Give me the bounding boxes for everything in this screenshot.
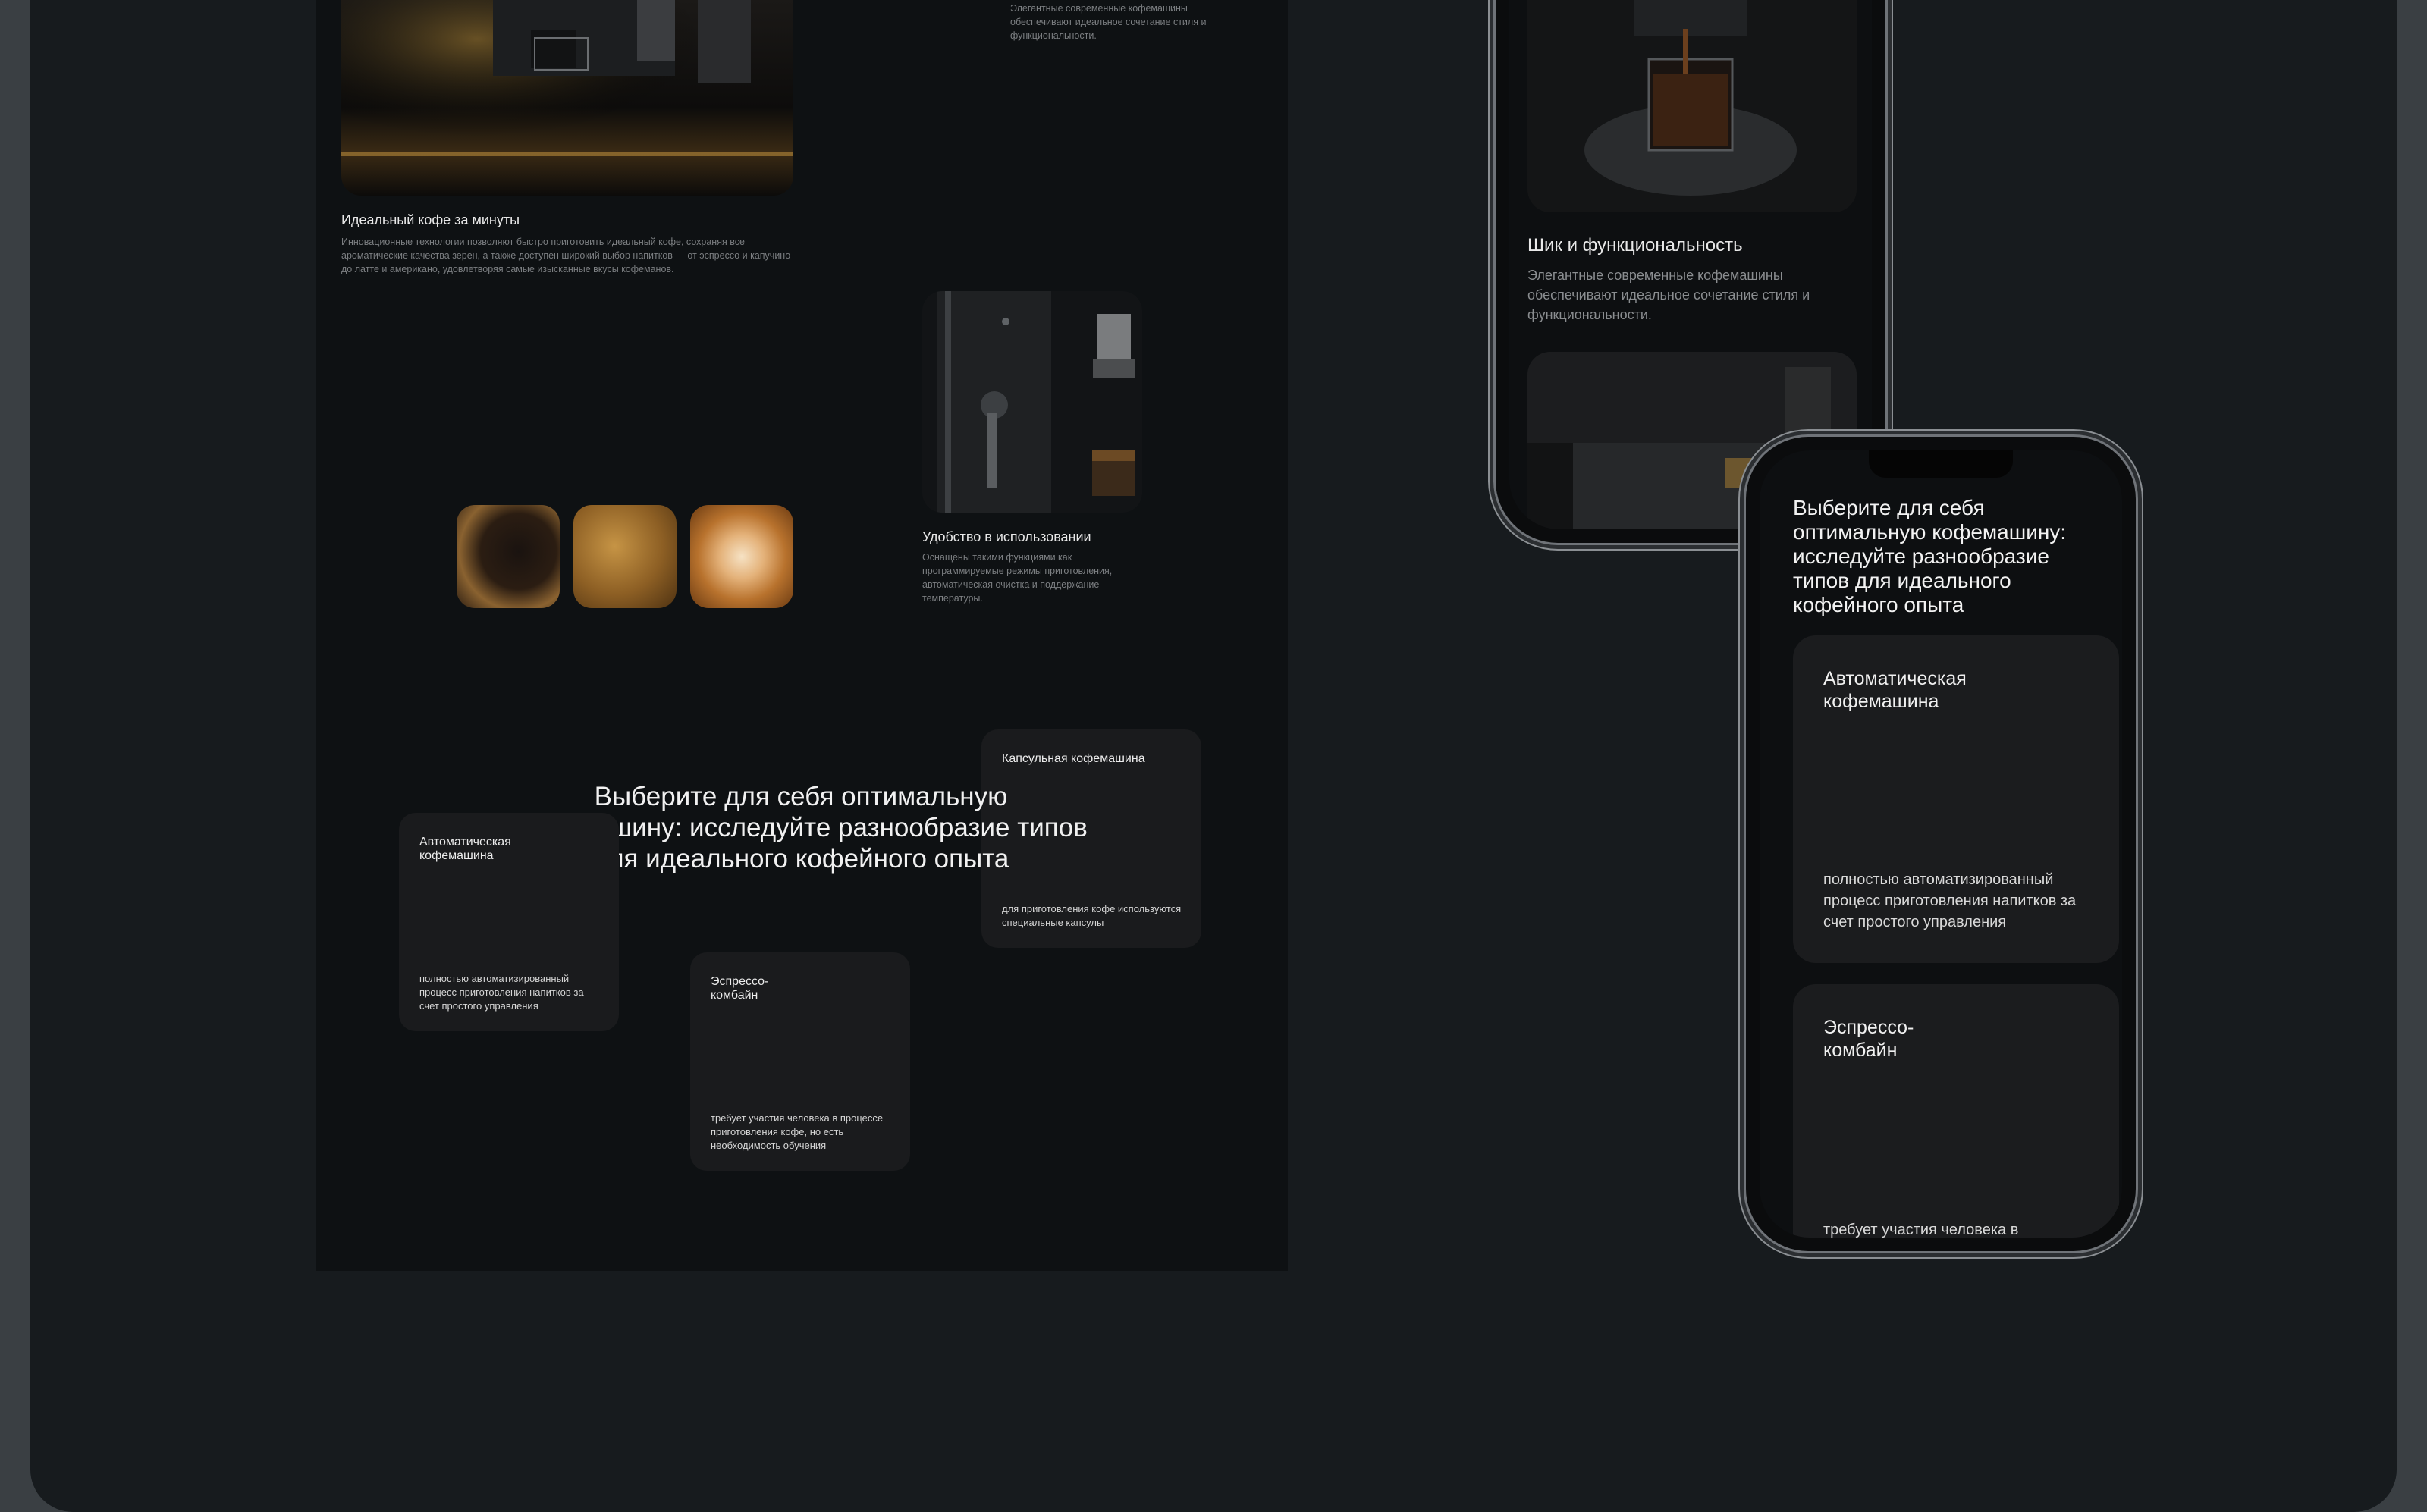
card-espresso-title: Эспрессо-комбайн: [711, 975, 769, 1002]
espresso-machine-photo: [922, 291, 1142, 513]
latte-art-heart: [690, 505, 793, 608]
card-capsule-title: Капсульная кофемашина: [1002, 752, 1145, 765]
desktop-artboard: Элегантные современные кофемашины обеспе…: [316, 0, 1288, 1271]
phone-mockup-front: Выберите для себя оптимальную кофемашину…: [1746, 437, 2136, 1251]
coffee-texture-dark: [457, 505, 560, 608]
card-espresso-text: требует участия человека в процессе приг…: [711, 1112, 884, 1151]
section2-title: Удобство в использовании: [922, 529, 1091, 544]
espresso-pour-photo: [1527, 0, 1857, 212]
phone-card-espresso-text: требует участия человека в: [1823, 1222, 2019, 1238]
phone-card-espresso[interactable]: Эспрессо-комбайн требует участия человек…: [1793, 984, 2119, 1238]
card-espresso[interactable]: Эспрессо-комбайн требует участия человек…: [690, 952, 910, 1171]
phone-card-espresso-title: Эспрессо-комбайн: [1823, 1017, 1914, 1061]
phone-front-screen: Выберите для себя оптимальную кофемашину…: [1760, 450, 2122, 1238]
phone-card-automatic[interactable]: Автоматическая кофемашина полностью авто…: [1793, 635, 2119, 963]
phone1-title: Шик и функциональность: [1527, 235, 1743, 256]
phone1-text: Элегантные современные кофемашины обеспе…: [1527, 268, 1810, 322]
phone-card-automatic-text: полностью автоматизированный процесс при…: [1823, 871, 2077, 930]
card-automatic-title: Автоматическая кофемашина: [419, 836, 511, 862]
card-automatic[interactable]: Автоматическая кофемашина полностью авто…: [399, 813, 619, 1031]
section1-title: Идеальный кофе за минуты: [341, 212, 520, 227]
card-automatic-text: полностью автоматизированный процесс при…: [419, 973, 584, 1012]
section2-text: Оснащены такими функциями как программир…: [922, 552, 1113, 604]
card-capsule-text: для приготовления кофе используются спец…: [1002, 903, 1182, 928]
phone-card-automatic-title: Автоматическая кофемашина: [1823, 668, 1967, 712]
canvas-frame: Элегантные современные кофемашины обеспе…: [30, 0, 2397, 1512]
top-right-caption: Элегантные современные кофемашины обеспе…: [1010, 3, 1207, 41]
phone2-heading: Выберите для себя оптимальную кофемашину…: [1793, 496, 2067, 616]
coffee-texture-crema: [573, 505, 677, 608]
phone-notch: [1869, 450, 2013, 478]
coffee-bar-photo: [341, 0, 793, 196]
section1-text: Инновационные технологии позволяют быстр…: [341, 237, 791, 274]
